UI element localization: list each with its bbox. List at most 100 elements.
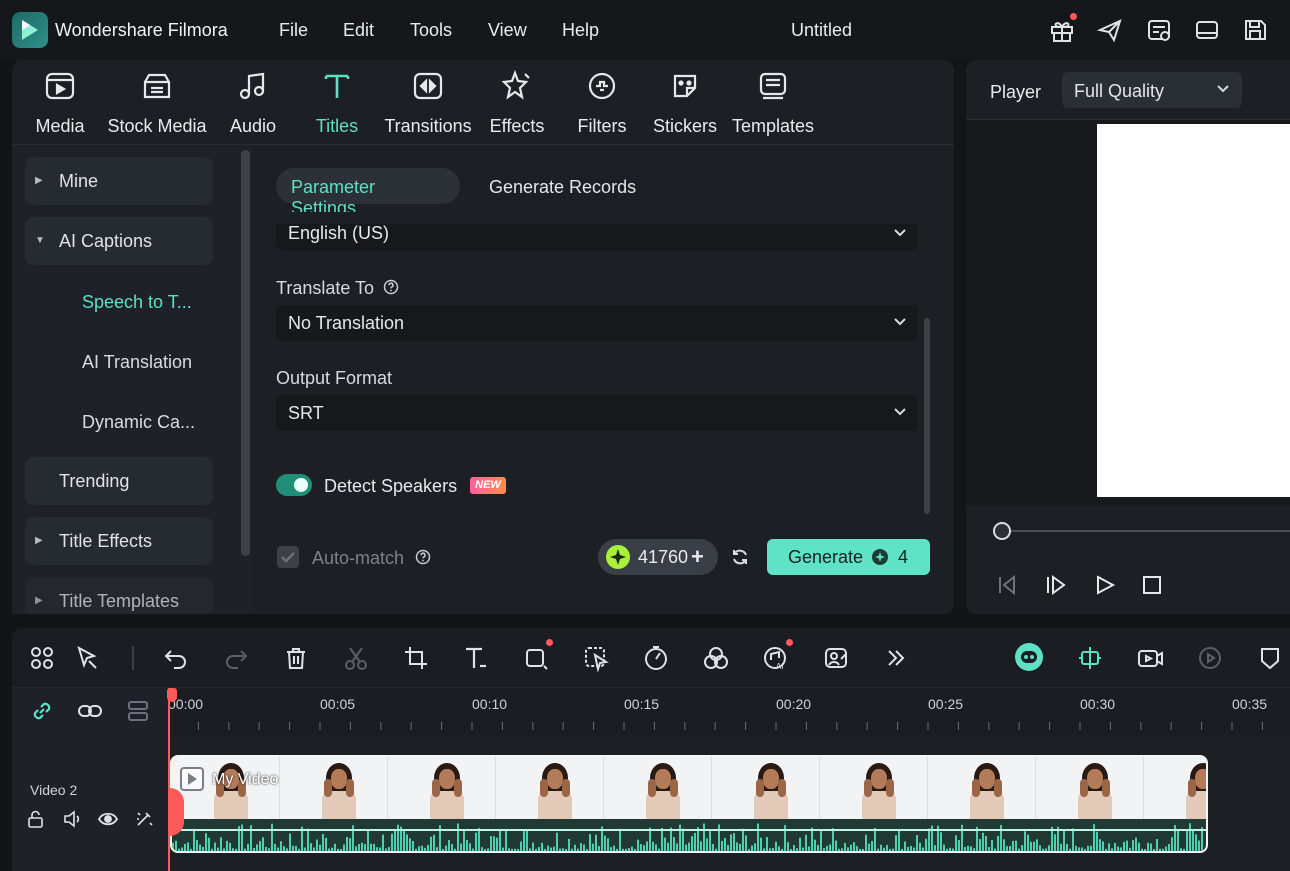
media-icon [44, 70, 76, 102]
sidebar-item-speech-to-text[interactable]: Speech to T... [82, 292, 192, 313]
snap-icon[interactable] [1076, 644, 1104, 672]
crop-icon[interactable] [402, 644, 430, 672]
transitions-icon [412, 70, 444, 102]
link-icon[interactable] [28, 697, 56, 725]
refresh-icon[interactable] [730, 547, 750, 567]
ai-credit-icon [606, 545, 630, 569]
lock-icon[interactable] [26, 809, 46, 829]
content-scroll-mask [276, 212, 918, 224]
more-chevrons-icon[interactable] [882, 644, 910, 672]
stock-media-icon [141, 70, 173, 102]
quality-dropdown[interactable]: Full Quality [1062, 72, 1242, 108]
menu-edit[interactable]: Edit [343, 20, 374, 41]
shape-square-icon[interactable] [522, 644, 550, 672]
play-icon[interactable] [1094, 574, 1116, 596]
playback-progress-track[interactable] [1002, 530, 1290, 532]
auto-match-checkbox[interactable] [277, 546, 299, 568]
tab-stock-media[interactable]: Stock Media [106, 66, 208, 138]
help-icon[interactable] [415, 549, 431, 565]
detect-speakers-toggle[interactable] [276, 474, 312, 496]
stop-icon[interactable] [1142, 575, 1162, 595]
tab-effects[interactable]: Effects [488, 66, 546, 138]
color-icon[interactable] [702, 644, 730, 672]
task-list-icon[interactable] [1145, 16, 1173, 44]
tab-transitions[interactable]: Transitions [384, 66, 472, 138]
sidebar-item-ai-captions[interactable]: ▼ AI Captions [25, 217, 213, 265]
chain-link-icon[interactable] [76, 697, 104, 725]
scissors-icon[interactable] [342, 644, 370, 672]
translate-to-dropdown[interactable]: No Translation [276, 305, 918, 341]
ai-audio-icon[interactable]: AI [762, 644, 790, 672]
smart-cutout-icon[interactable] [582, 644, 610, 672]
video-clip[interactable]: My Video [170, 755, 1208, 853]
templates-icon [757, 70, 789, 102]
filmora-logo [12, 12, 48, 48]
content-scrollbar[interactable] [924, 318, 930, 514]
ai-portrait-icon[interactable] [822, 644, 850, 672]
tab-titles[interactable]: Titles [310, 66, 364, 138]
track-align-icon[interactable] [124, 697, 152, 725]
chevron-down-icon [1216, 83, 1230, 95]
sidebar-item-ai-translation[interactable]: AI Translation [82, 352, 192, 373]
caret-right-icon: ▶ [35, 175, 43, 186]
layout-grid-icon[interactable] [28, 644, 56, 672]
gift-icon[interactable] [1048, 16, 1076, 44]
menu-tools[interactable]: Tools [410, 20, 452, 41]
text-icon[interactable] [462, 644, 490, 672]
tab-audio[interactable]: Audio [226, 66, 280, 138]
ruler-ticks [168, 722, 1263, 730]
record-voiceover-icon[interactable] [1136, 644, 1164, 672]
sidebar-item-dynamic-captions[interactable]: Dynamic Ca... [82, 412, 195, 433]
document-title: Untitled [791, 20, 853, 40]
ai-credits-button[interactable]: 41760 + [598, 539, 718, 575]
caret-down-icon: ▼ [35, 235, 45, 246]
menu-view[interactable]: View [488, 20, 527, 41]
clip-title: My Video [212, 771, 279, 788]
ai-copilot-icon[interactable] [1014, 642, 1044, 672]
layout-icon[interactable] [1193, 16, 1221, 44]
music-note-icon [237, 70, 269, 102]
next-frame-icon[interactable] [1045, 574, 1067, 596]
clip-trim-handle[interactable] [168, 788, 184, 836]
playhead-handle[interactable] [167, 688, 177, 702]
send-icon[interactable] [1096, 16, 1124, 44]
tab-media[interactable]: Media [30, 66, 90, 138]
ruler-label-30: 00:30 [1080, 696, 1116, 712]
ruler-label-10: 00:10 [472, 696, 508, 712]
sidebar-item-title-effects[interactable]: ▶ Title Effects [25, 517, 213, 565]
menu-file[interactable]: File [279, 20, 308, 41]
magic-wand-icon[interactable] [134, 809, 154, 829]
speed-icon[interactable] [642, 644, 670, 672]
marker-shield-icon[interactable] [1256, 644, 1284, 672]
audio-waveform [172, 819, 1206, 851]
clip-thumbnail [280, 757, 388, 819]
tab-templates[interactable]: Templates [730, 66, 816, 138]
tab-generate-records[interactable]: Generate Records [474, 168, 654, 204]
sidebar-item-trending[interactable]: Trending [25, 457, 213, 505]
generate-button[interactable]: Generate 4 [767, 539, 930, 575]
sidebar-scrollbar[interactable] [241, 150, 250, 556]
help-icon[interactable] [383, 279, 399, 295]
playhead-line[interactable] [168, 688, 170, 871]
ruler-label-35: 00:35 [1232, 696, 1268, 712]
clip-thumbnail [388, 757, 496, 819]
eye-icon[interactable] [98, 809, 118, 829]
select-arrow-icon[interactable] [74, 644, 102, 672]
redo-icon[interactable] [222, 644, 250, 672]
sidebar-item-title-templates[interactable]: ▶ Title Templates [25, 577, 213, 614]
menu-help[interactable]: Help [562, 20, 599, 41]
ruler-label-20: 00:20 [776, 696, 812, 712]
save-icon[interactable] [1241, 16, 1269, 44]
playback-progress-knob[interactable] [993, 522, 1011, 540]
delete-icon[interactable] [282, 644, 310, 672]
undo-icon[interactable] [162, 644, 190, 672]
previous-frame-icon[interactable] [996, 574, 1018, 596]
output-format-dropdown[interactable]: SRT [276, 395, 918, 431]
tab-stickers[interactable]: Stickers [652, 66, 718, 138]
tab-parameter-settings[interactable]: Parameter Settings [276, 168, 460, 218]
render-preview-icon[interactable] [1196, 644, 1224, 672]
caret-right-icon: ▶ [35, 595, 43, 606]
sidebar-item-mine[interactable]: ▶ Mine [25, 157, 213, 205]
volume-icon[interactable] [62, 809, 82, 829]
tab-filters[interactable]: Filters [574, 66, 630, 138]
